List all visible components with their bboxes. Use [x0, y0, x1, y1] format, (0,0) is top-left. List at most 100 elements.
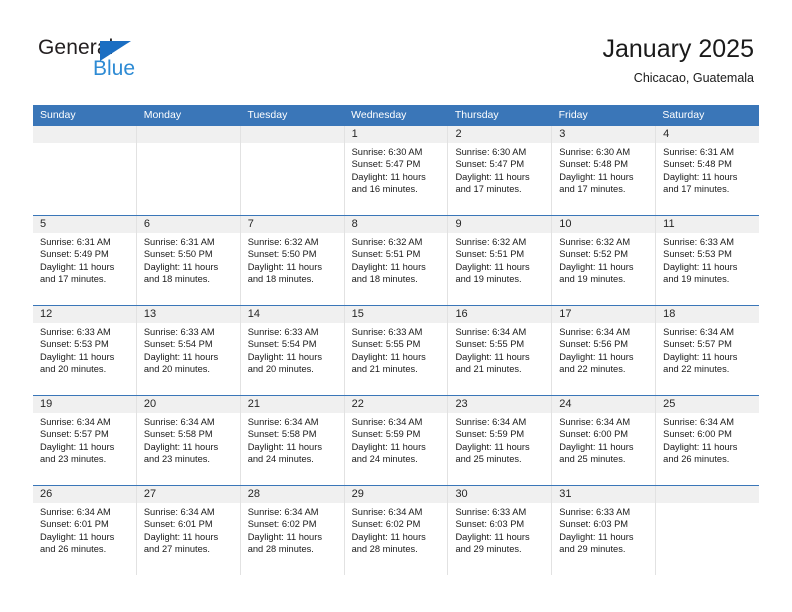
- day-number: 28: [240, 486, 344, 503]
- page-subtitle: Chicacao, Guatemala: [633, 71, 754, 85]
- calendar-day-cell[interactable]: 26 Sunrise: 6:34 AM Sunset: 6:01 PM Dayligh…: [33, 486, 137, 575]
- calendar-day-cell[interactable]: 21 Sunrise: 6:34 AM Sunset: 5:58 PM Dayligh…: [240, 396, 345, 485]
- day-number: 31: [552, 486, 656, 503]
- calendar-day-cell[interactable]: 25 Sunrise: 6:34 AM Sunset: 6:00 PM Dayligh…: [656, 396, 760, 485]
- sunrise-text: Sunrise: 6:34 AM: [247, 507, 319, 517]
- day-sun-info: Sunrise: 6:33 AM Sunset: 5:55 PM Daylight:…: [345, 323, 448, 376]
- calendar-day-cell[interactable]: 15 Sunrise: 6:33 AM Sunset: 5:55 PM Dayligh…: [344, 306, 449, 395]
- sunset-text: Sunset: 6:02 PM: [247, 519, 317, 530]
- calendar-day-cell[interactable]: 27 Sunrise: 6:34 AM Sunset: 6:01 PM Dayligh…: [136, 486, 241, 575]
- daylight-text: Daylight: 11 hours and 27 minutes.: [143, 531, 219, 555]
- day-sun-info: Sunrise: 6:34 AM Sunset: 5:59 PM Daylight:…: [448, 413, 551, 466]
- daylight-text: Daylight: 11 hours and 26 minutes.: [663, 441, 738, 465]
- day-number: [240, 126, 344, 143]
- calendar-day-cell[interactable]: 12 Sunrise: 6:33 AM Sunset: 5:53 PM Dayligh…: [33, 306, 137, 395]
- daylight-text: Daylight: 11 hours and 17 minutes.: [455, 171, 530, 195]
- calendar-week-row: 5 Sunrise: 6:31 AM Sunset: 5:49 PM Daylight…: [33, 215, 760, 305]
- day-number: 21: [240, 396, 344, 413]
- sunset-text: Sunset: 6:01 PM: [143, 519, 213, 530]
- calendar-day-cell[interactable]: 7 Sunrise: 6:32 AM Sunset: 5:50 PM Daylight…: [240, 216, 345, 305]
- calendar-day-cell[interactable]: 16 Sunrise: 6:34 AM Sunset: 5:55 PM Dayligh…: [448, 306, 553, 395]
- sunset-text: Sunset: 5:51 PM: [455, 249, 525, 260]
- logo-text-blue: Blue: [93, 57, 136, 80]
- daylight-text: Daylight: 11 hours and 20 minutes.: [40, 351, 115, 375]
- calendar-day-cell[interactable]: 20 Sunrise: 6:34 AM Sunset: 5:58 PM Dayligh…: [136, 396, 241, 485]
- calendar-day-cell[interactable]: 23 Sunrise: 6:34 AM Sunset: 5:59 PM Dayligh…: [448, 396, 553, 485]
- daylight-text: Daylight: 11 hours and 23 minutes.: [40, 441, 115, 465]
- sunset-text: Sunset: 5:50 PM: [247, 249, 317, 260]
- sunset-text: Sunset: 5:58 PM: [143, 429, 213, 440]
- sunrise-text: Sunrise: 6:33 AM: [247, 327, 319, 337]
- calendar-day-cell[interactable]: 18 Sunrise: 6:34 AM Sunset: 5:57 PM Dayligh…: [656, 306, 760, 395]
- day-sun-info: Sunrise: 6:32 AM Sunset: 5:51 PM Daylight:…: [448, 233, 551, 286]
- calendar-day-cell[interactable]: 19 Sunrise: 6:34 AM Sunset: 5:57 PM Dayligh…: [33, 396, 137, 485]
- daylight-text: Daylight: 11 hours and 26 minutes.: [40, 531, 115, 555]
- sunrise-text: Sunrise: 6:34 AM: [663, 417, 734, 427]
- sunrise-text: Sunrise: 6:33 AM: [143, 327, 215, 337]
- sunrise-text: Sunrise: 6:32 AM: [455, 237, 527, 247]
- sunrise-text: Sunrise: 6:30 AM: [455, 147, 527, 157]
- sunrise-text: Sunrise: 6:31 AM: [663, 147, 734, 157]
- calendar-day-cell[interactable]: 6 Sunrise: 6:31 AM Sunset: 5:50 PM Daylight…: [136, 216, 241, 305]
- calendar-day-cell[interactable]: 17 Sunrise: 6:34 AM Sunset: 5:56 PM Dayligh…: [552, 306, 657, 395]
- calendar-day-cell[interactable]: 28 Sunrise: 6:34 AM Sunset: 6:02 PM Dayligh…: [240, 486, 345, 575]
- day-sun-info: Sunrise: 6:34 AM Sunset: 5:59 PM Daylight:…: [345, 413, 448, 466]
- day-sun-info: Sunrise: 6:34 AM Sunset: 5:56 PM Daylight:…: [552, 323, 655, 376]
- day-number: 14: [240, 306, 344, 323]
- sunset-text: Sunset: 6:03 PM: [559, 519, 629, 530]
- day-number: 30: [448, 486, 552, 503]
- calendar-day-cell[interactable]: 14 Sunrise: 6:33 AM Sunset: 5:54 PM Dayligh…: [240, 306, 345, 395]
- daylight-text: Daylight: 11 hours and 28 minutes.: [247, 531, 322, 555]
- calendar-day-cell[interactable]: 1 Sunrise: 6:30 AM Sunset: 5:47 PM Daylight…: [344, 126, 449, 215]
- daylight-text: Daylight: 11 hours and 24 minutes.: [247, 441, 322, 465]
- daylight-text: Daylight: 11 hours and 18 minutes.: [143, 261, 219, 285]
- sunrise-text: Sunrise: 6:34 AM: [351, 417, 423, 427]
- calendar-day-cell-empty: [136, 126, 241, 215]
- sunrise-text: Sunrise: 6:30 AM: [559, 147, 631, 157]
- calendar-day-cell[interactable]: 8 Sunrise: 6:32 AM Sunset: 5:51 PM Daylight…: [344, 216, 449, 305]
- weekday-header-wednesday: Wednesday: [351, 109, 407, 121]
- day-sun-info: Sunrise: 6:34 AM Sunset: 6:01 PM Daylight:…: [33, 503, 136, 556]
- sunset-text: Sunset: 6:03 PM: [455, 519, 525, 530]
- day-sun-info: Sunrise: 6:34 AM Sunset: 5:57 PM Daylight:…: [33, 413, 136, 466]
- day-number: 23: [448, 396, 552, 413]
- daylight-text: Daylight: 11 hours and 20 minutes.: [143, 351, 219, 375]
- sunset-text: Sunset: 5:51 PM: [351, 249, 421, 260]
- day-number: 7: [240, 216, 344, 233]
- day-number: 3: [552, 126, 656, 143]
- calendar-day-cell[interactable]: 30 Sunrise: 6:33 AM Sunset: 6:03 PM Dayligh…: [448, 486, 553, 575]
- calendar-day-cell[interactable]: 22 Sunrise: 6:34 AM Sunset: 5:59 PM Dayligh…: [344, 396, 449, 485]
- calendar-day-cell[interactable]: 3 Sunrise: 6:30 AM Sunset: 5:48 PM Daylight…: [552, 126, 657, 215]
- day-sun-info: Sunrise: 6:34 AM Sunset: 5:57 PM Daylight:…: [656, 323, 759, 376]
- sunset-text: Sunset: 6:00 PM: [559, 429, 629, 440]
- calendar-day-cell[interactable]: 4 Sunrise: 6:31 AM Sunset: 5:48 PM Daylight…: [656, 126, 760, 215]
- sunset-text: Sunset: 5:47 PM: [351, 159, 421, 170]
- day-sun-info: Sunrise: 6:34 AM Sunset: 6:01 PM Daylight:…: [137, 503, 240, 556]
- calendar-day-cell[interactable]: 31 Sunrise: 6:33 AM Sunset: 6:03 PM Dayligh…: [552, 486, 657, 575]
- sunset-text: Sunset: 5:54 PM: [143, 339, 213, 350]
- day-number: [656, 486, 760, 503]
- daylight-text: Daylight: 11 hours and 29 minutes.: [455, 531, 530, 555]
- calendar-day-cell[interactable]: 5 Sunrise: 6:31 AM Sunset: 5:49 PM Daylight…: [33, 216, 137, 305]
- calendar-day-cell-empty: [240, 126, 345, 215]
- calendar-day-cell[interactable]: 9 Sunrise: 6:32 AM Sunset: 5:51 PM Daylight…: [448, 216, 553, 305]
- calendar-day-cell[interactable]: 29 Sunrise: 6:34 AM Sunset: 6:02 PM Dayligh…: [344, 486, 449, 575]
- day-number: 1: [344, 126, 448, 143]
- calendar-day-cell[interactable]: 11 Sunrise: 6:33 AM Sunset: 5:53 PM Dayligh…: [656, 216, 760, 305]
- calendar-day-cell[interactable]: 2 Sunrise: 6:30 AM Sunset: 5:47 PM Daylight…: [448, 126, 553, 215]
- weekday-header-monday: Monday: [143, 109, 182, 121]
- calendar-day-cell[interactable]: 10 Sunrise: 6:32 AM Sunset: 5:52 PM Dayligh…: [552, 216, 657, 305]
- calendar-day-cell[interactable]: 13 Sunrise: 6:33 AM Sunset: 5:54 PM Dayligh…: [136, 306, 241, 395]
- day-number: [33, 126, 136, 143]
- calendar-grid: Sunday Monday Tuesday Wednesday Thursday Frid…: [33, 105, 760, 575]
- sunrise-text: Sunrise: 6:32 AM: [351, 237, 423, 247]
- sunrise-text: Sunrise: 6:32 AM: [247, 237, 319, 247]
- day-number: 16: [448, 306, 552, 323]
- daylight-text: Daylight: 11 hours and 24 minutes.: [351, 441, 426, 465]
- calendar-day-cell[interactable]: 24 Sunrise: 6:34 AM Sunset: 6:00 PM Dayligh…: [552, 396, 657, 485]
- sunrise-text: Sunrise: 6:33 AM: [40, 327, 111, 337]
- day-number: 22: [344, 396, 448, 413]
- general-blue-logo[interactable]: General Blue: [38, 36, 158, 86]
- sunset-text: Sunset: 5:56 PM: [559, 339, 629, 350]
- sunrise-text: Sunrise: 6:34 AM: [143, 507, 215, 517]
